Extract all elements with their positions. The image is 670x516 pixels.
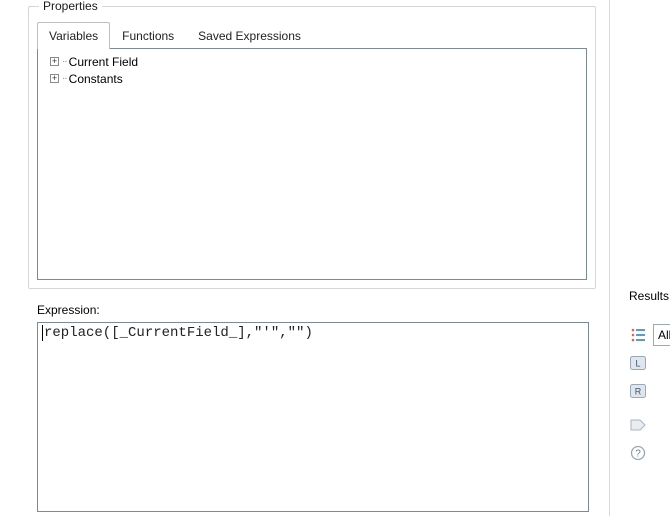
tree-item-label: Constants bbox=[69, 72, 123, 86]
tree-item-constants[interactable]: + ·· Constants bbox=[40, 70, 584, 87]
tab-bar: Variables Functions Saved Expressions bbox=[37, 21, 595, 48]
help-icon[interactable]: ? bbox=[629, 444, 647, 462]
results-heading: Results bbox=[629, 289, 669, 303]
text-cursor-icon bbox=[42, 325, 43, 341]
tab-variables[interactable]: Variables bbox=[37, 22, 110, 49]
tab-label: Functions bbox=[122, 29, 174, 43]
expand-icon[interactable]: + bbox=[50, 74, 59, 83]
dropdown-value: All bbox=[658, 328, 670, 342]
svg-text:L: L bbox=[635, 359, 640, 369]
variables-tree[interactable]: + ·· Current Field + ·· Constants bbox=[37, 48, 587, 280]
tree-connector-icon: ·· bbox=[62, 73, 67, 84]
tab-label: Saved Expressions bbox=[198, 29, 301, 43]
properties-legend: Properties bbox=[39, 0, 102, 13]
tag-icon[interactable] bbox=[629, 416, 647, 434]
results-filter-dropdown[interactable]: All bbox=[653, 324, 670, 346]
properties-group: Properties Variables Functions Saved Exp… bbox=[28, 6, 596, 289]
r-badge-icon[interactable]: R bbox=[629, 382, 647, 400]
tab-saved-expressions[interactable]: Saved Expressions bbox=[186, 22, 313, 49]
svg-text:?: ? bbox=[635, 449, 641, 460]
tree-item-current-field[interactable]: + ·· Current Field bbox=[40, 53, 584, 70]
tree-connector-icon: ·· bbox=[62, 56, 67, 67]
expand-icon[interactable]: + bbox=[50, 57, 59, 66]
l-badge-icon[interactable]: L bbox=[629, 354, 647, 372]
side-panel: Results All L bbox=[611, 0, 670, 516]
tab-functions[interactable]: Functions bbox=[110, 22, 186, 49]
results-toolbar: All L R bbox=[629, 324, 670, 464]
expression-label: Expression: bbox=[37, 303, 100, 317]
expression-editor[interactable]: replace([_CurrentField_],"'","") bbox=[37, 322, 589, 512]
tab-label: Variables bbox=[49, 29, 98, 43]
expression-text: replace([_CurrentField_],"'","") bbox=[44, 325, 313, 341]
svg-text:R: R bbox=[635, 387, 642, 397]
main-panel: Properties Variables Functions Saved Exp… bbox=[5, 0, 610, 516]
tree-item-label: Current Field bbox=[69, 55, 138, 69]
list-view-icon[interactable] bbox=[629, 326, 647, 344]
